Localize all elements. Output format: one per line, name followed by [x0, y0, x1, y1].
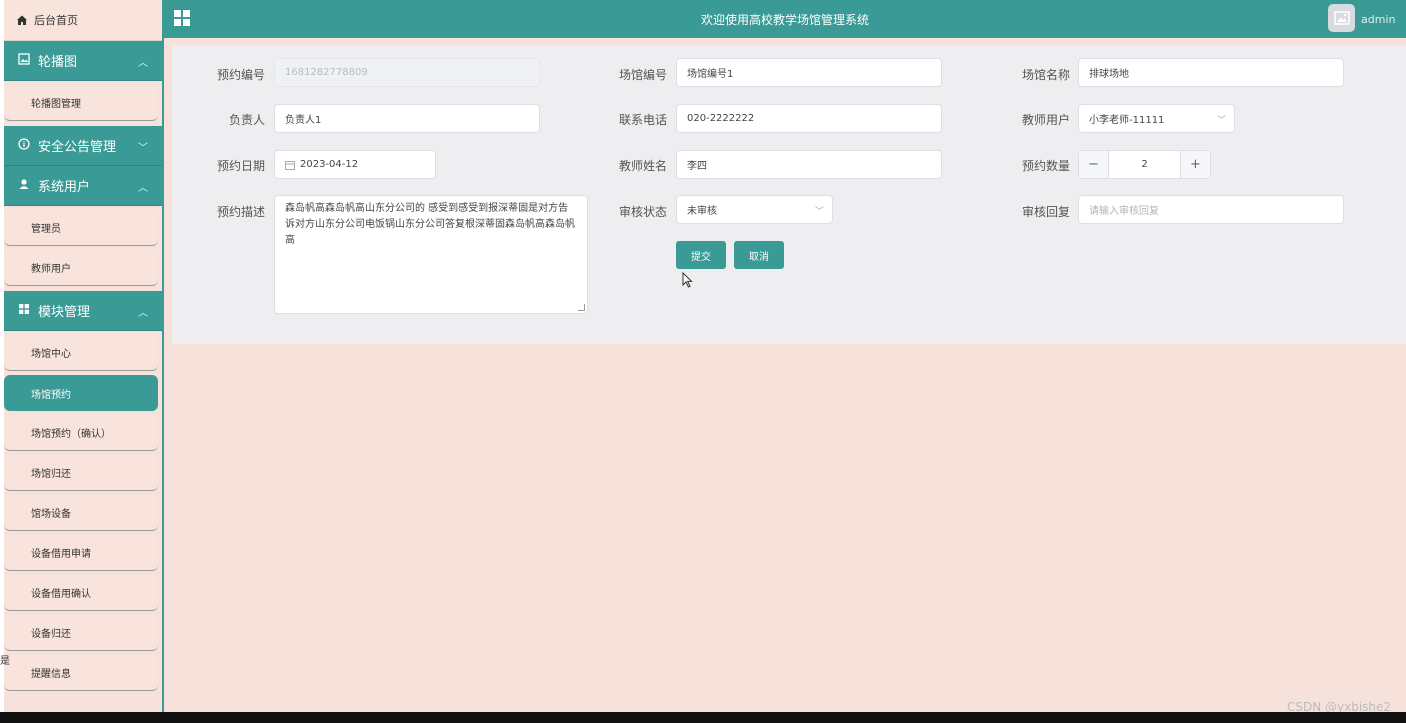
chevron-down-icon: ﹀ — [814, 207, 824, 217]
sidebar-item-label: 场馆归还 — [31, 469, 71, 480]
resize-handle-icon[interactable] — [578, 304, 585, 311]
image-icon — [16, 53, 32, 68]
teacher-user-value: 小李老师-11111 — [1089, 115, 1165, 126]
sidebar-item-venue-center[interactable]: 场馆中心 — [4, 335, 158, 371]
phone-input[interactable]: 020-2222222 — [676, 104, 942, 133]
chevron-down-icon: ﹀ — [1216, 116, 1226, 126]
sidebar-item-label: 馆场设备 — [31, 509, 71, 520]
username[interactable]: admin — [1361, 13, 1395, 26]
sidebar-item-admin[interactable]: 管理员 — [4, 210, 158, 246]
teacher-user-select[interactable]: 小李老师-11111 ﹀ — [1078, 104, 1235, 133]
sidebar-group-system-users[interactable]: 系统用户 ︿ — [4, 166, 162, 206]
booking-date-picker[interactable]: 2023-04-12 — [274, 150, 436, 179]
sidebar-item-label: 教师用户 — [31, 264, 71, 275]
chevron-down-icon: ﹀ — [138, 143, 148, 154]
sidebar-item-equipment-borrow-confirm[interactable]: 设备借用确认 — [4, 575, 158, 611]
sidebar-group-label: 系统用户 — [38, 180, 91, 195]
chevron-up-icon: ︿ — [138, 183, 148, 194]
venue-no-input[interactable]: 场馆编号1 — [676, 58, 942, 87]
increment-button[interactable]: + — [1180, 151, 1210, 178]
venue-no-value: 场馆编号1 — [687, 69, 734, 80]
booking-no-value: 1681282778809 — [285, 67, 368, 78]
sidebar-item-label: 场馆预约 — [31, 389, 71, 401]
quantity-stepper[interactable]: − 2 + — [1078, 150, 1211, 179]
chevron-up-icon: ︿ — [138, 58, 148, 69]
sidebar-item-label: 场馆预约（确认） — [31, 429, 111, 440]
sidebar-group-label: 安全公告管理 — [38, 140, 117, 155]
sidebar-item-label: 提醒信息 — [31, 669, 71, 680]
manager-value: 负责人1 — [285, 115, 322, 126]
calendar-icon — [285, 160, 295, 170]
sidebar-group-notice[interactable]: 安全公告管理 ﹀ — [4, 126, 162, 166]
review-status-label: 审核状态 — [618, 205, 667, 219]
teacher-name-value: 李四 — [687, 161, 707, 172]
booking-no-input[interactable]: 1681282778809 — [274, 58, 540, 87]
manager-label: 负责人 — [228, 113, 265, 127]
page-title: 欢迎使用高校教学场馆管理系统 — [700, 13, 869, 27]
mouse-cursor-icon — [682, 271, 693, 291]
decrement-button[interactable]: − — [1079, 151, 1109, 178]
review-reply-label: 审核回复 — [1021, 205, 1070, 219]
venue-no-label: 场馆编号 — [618, 68, 667, 82]
sidebar-item-label: 后台首页 — [34, 14, 78, 27]
sidebar-group-carousel[interactable]: 轮播图 ︿ — [4, 41, 162, 81]
home-icon — [16, 14, 28, 26]
sidebar-group-label: 模块管理 — [38, 305, 91, 320]
sidebar-item-label: 设备借用申请 — [31, 549, 91, 560]
teacher-name-label: 教师姓名 — [618, 159, 667, 173]
phone-label: 联系电话 — [618, 113, 667, 127]
quantity-value[interactable]: 2 — [1109, 151, 1180, 178]
sidebar-item-label: 场馆中心 — [31, 349, 71, 360]
teacher-user-label: 教师用户 — [1021, 113, 1070, 127]
grid-icon — [16, 303, 32, 318]
bottom-strip — [0, 712, 1406, 723]
sidebar-group-label: 轮播图 — [38, 55, 78, 70]
description-value: 森岛帆高森岛帆高山东分公司的 感受到感受到报深蒂固是对方告诉对方山东分公司电饭锅… — [285, 203, 575, 246]
submit-button[interactable]: 提交 — [676, 241, 726, 269]
venue-name-value: 排球场地 — [1089, 69, 1129, 80]
venue-name-input[interactable]: 排球场地 — [1078, 58, 1344, 87]
review-reply-input[interactable]: 请输入审核回复 — [1078, 195, 1344, 224]
teacher-name-input[interactable]: 李四 — [676, 150, 942, 179]
review-status-value: 未审核 — [687, 206, 717, 217]
description-label: 预约描述 — [216, 205, 265, 219]
cancel-button[interactable]: 取消 — [734, 241, 784, 269]
sidebar-item-home[interactable]: 后台首页 — [4, 0, 162, 41]
sidebar-item-label: 设备归还 — [31, 629, 71, 640]
top-header: 欢迎使用高校教学场馆管理系统 admin — [164, 0, 1406, 38]
booking-date-value: 2023-04-12 — [300, 159, 359, 170]
user-icon — [16, 178, 32, 193]
info-icon — [16, 138, 32, 153]
manager-input[interactable]: 负责人1 — [274, 104, 540, 133]
sidebar-item-label: 管理员 — [31, 224, 61, 235]
sidebar-item-venue-booking[interactable]: 场馆预约 — [4, 375, 158, 411]
quantity-label: 预约数量 — [1021, 159, 1070, 173]
sidebar-item-teacher-users[interactable]: 教师用户 — [4, 250, 158, 286]
sidebar-item-label: 轮播图管理 — [31, 99, 81, 110]
review-status-select[interactable]: 未审核 ﹀ — [676, 195, 833, 224]
sidebar-item-venue-booking-confirm[interactable]: 场馆预约（确认） — [4, 415, 158, 451]
description-textarea[interactable]: 森岛帆高森岛帆高山东分公司的 感受到感受到报深蒂固是对方告诉对方山东分公司电饭锅… — [274, 195, 588, 314]
sidebar-item-carousel-manage[interactable]: 轮播图管理 — [4, 85, 158, 121]
sidebar-group-modules[interactable]: 模块管理 ︿ — [4, 291, 162, 331]
stray-character: 是 — [0, 656, 10, 667]
sidebar-item-equipment-borrow-request[interactable]: 设备借用申请 — [4, 535, 158, 571]
avatar[interactable] — [1328, 4, 1355, 32]
review-reply-placeholder: 请输入审核回复 — [1089, 206, 1159, 217]
phone-value: 020-2222222 — [687, 113, 755, 124]
sidebar-item-label: 设备借用确认 — [31, 589, 91, 600]
chevron-up-icon: ︿ — [138, 308, 148, 319]
sidebar: 后台首页 轮播图 ︿ 轮播图管理 安全公告管理 ﹀ 系统用户 ︿ 管理员 教师用… — [4, 0, 164, 712]
sidebar-item-venue-return[interactable]: 场馆归还 — [4, 455, 158, 491]
sidebar-item-equipment-return[interactable]: 设备归还 — [4, 615, 158, 651]
venue-name-label: 场馆名称 — [1021, 68, 1070, 82]
booking-date-label: 预约日期 — [216, 159, 265, 173]
sidebar-item-venue-equipment[interactable]: 馆场设备 — [4, 495, 158, 531]
booking-no-label: 预约编号 — [216, 68, 265, 82]
sidebar-item-reminders[interactable]: 提醒信息 — [4, 655, 158, 691]
booking-form-panel: 预约编号 1681282778809 场馆编号 场馆编号1 场馆名称 排球场地 … — [172, 45, 1406, 344]
